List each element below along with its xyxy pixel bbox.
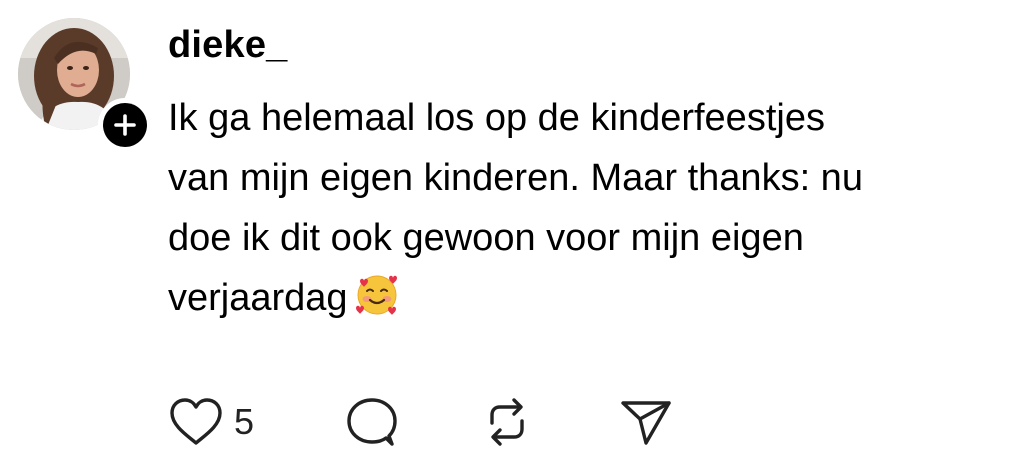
avatar-container[interactable] — [18, 18, 152, 152]
follow-badge[interactable] — [103, 103, 147, 147]
heart-outline-icon — [170, 398, 222, 445]
plus-icon — [114, 114, 136, 136]
share-button[interactable] — [618, 392, 674, 452]
repost-button[interactable] — [480, 392, 534, 452]
like-button[interactable]: 5 — [168, 392, 254, 452]
reply-button[interactable] — [344, 392, 400, 452]
username[interactable]: dieke_ — [168, 20, 288, 70]
post-text: Ik ga helemaal los op de kinderfeestjes … — [168, 88, 998, 336]
repost-icon — [490, 398, 524, 446]
smiling-face-with-hearts-icon — [354, 272, 400, 336]
paper-plane-icon — [621, 401, 671, 445]
post-body: Ik ga helemaal los op de kinderfeestjes … — [168, 97, 863, 319]
follow-button[interactable] — [98, 98, 152, 152]
like-count: 5 — [234, 401, 255, 442]
speech-bubble-icon — [347, 398, 397, 446]
